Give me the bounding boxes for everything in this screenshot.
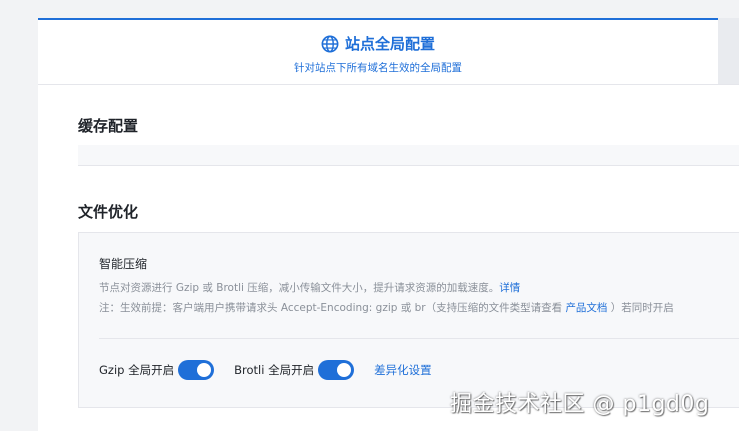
config-panel: 站点全局配置 针对站点下所有域名生效的全局配置 缓存配置 文件优化 智能压缩 节… [38, 18, 739, 431]
card-divider [99, 338, 739, 339]
toggle-knob [337, 363, 352, 377]
compression-title: 智能压缩 [99, 257, 148, 271]
tab-title-row: 站点全局配置 [38, 33, 718, 54]
toggle-knob [197, 363, 212, 377]
compression-card: 智能压缩 节点对资源进行 Gzip 或 Brotli 压缩，减小传输文件大小，提… [78, 232, 739, 408]
details-link[interactable]: 详情 [499, 282, 520, 294]
section-title-cache: 缓存配置 [78, 117, 139, 135]
toggle-row: Gzip 全局开启 Brotli 全局开启 差异化设置 [99, 360, 432, 380]
product-docs-link[interactable]: 产品文档 [565, 302, 607, 314]
tab-title: 站点全局配置 [344, 35, 435, 53]
differential-settings-link[interactable]: 差异化设置 [374, 362, 432, 378]
compression-note: 注：生效前提：客户端用户携带请求头 Accept-Encoding: gzip … [99, 300, 674, 315]
note-suffix: ）若同时开启 [610, 302, 674, 314]
compression-description: 节点对资源进行 Gzip 或 Brotli 压缩，减小传输文件大小，提升请求资源… [99, 280, 520, 295]
gzip-toggle-label: Gzip 全局开启 [99, 363, 175, 377]
gzip-toggle[interactable] [178, 360, 215, 380]
tab-strip-background [718, 18, 739, 84]
cache-config-box [78, 145, 739, 166]
globe-icon [321, 35, 339, 52]
tab-global-config[interactable]: 站点全局配置 针对站点下所有域名生效的全局配置 [38, 18, 718, 86]
brotli-toggle-label: Brotli 全局开启 [234, 363, 315, 377]
note-prefix: 注：生效前提：客户端用户携带请求头 Accept-Encoding: gzip … [99, 302, 563, 314]
tab-subtitle: 针对站点下所有域名生效的全局配置 [294, 62, 462, 74]
header-divider [38, 84, 739, 85]
compression-description-text: 节点对资源进行 Gzip 或 Brotli 压缩，减小传输文件大小，提升请求资源… [99, 282, 500, 294]
section-title-file-optimization: 文件优化 [78, 203, 139, 221]
brotli-toggle[interactable] [318, 360, 355, 380]
watermark: 掘金技术社区 @ p1gd0g [450, 392, 710, 417]
